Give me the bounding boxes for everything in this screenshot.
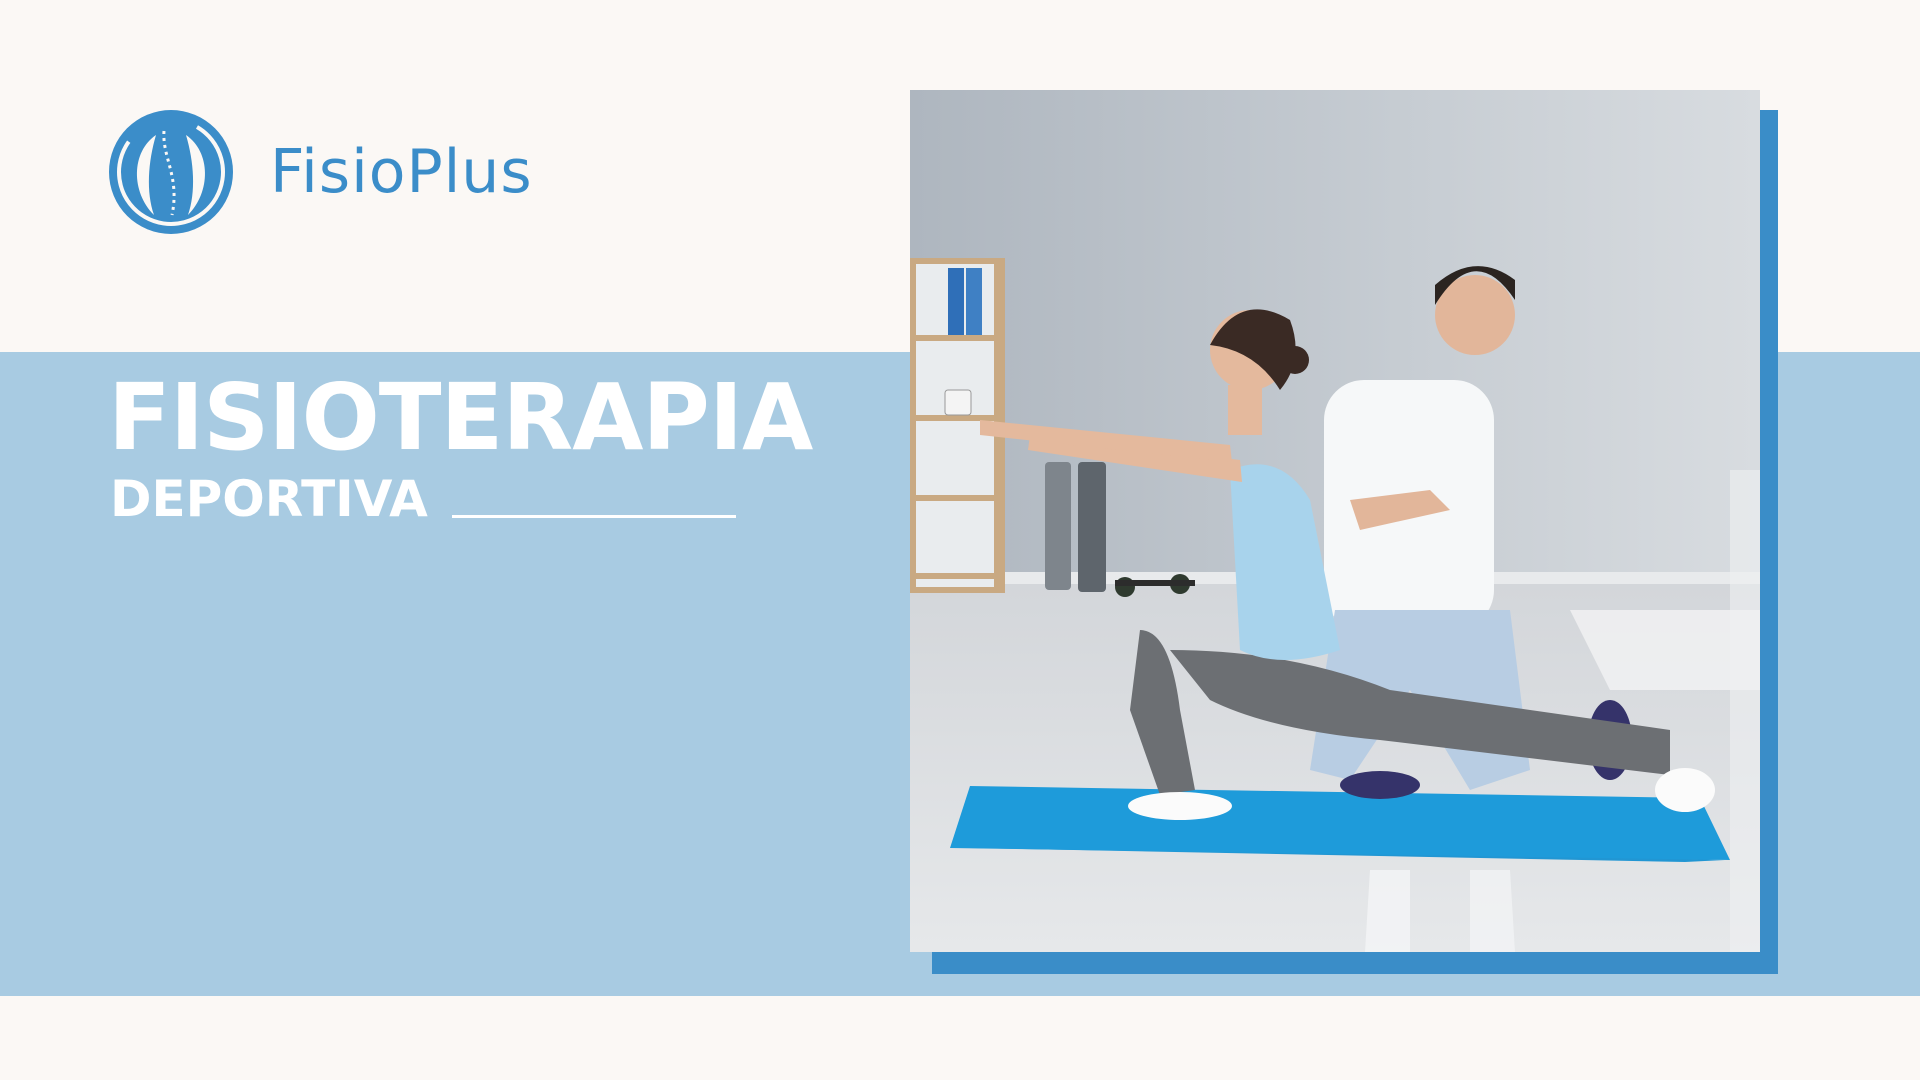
page-title: FISIOTERAPIA — [108, 364, 813, 471]
physiotherapy-photo — [910, 90, 1760, 952]
page-subtitle: DEPORTIVA — [110, 470, 428, 528]
subtitle-row: DEPORTIVA — [110, 474, 736, 524]
photo-illustration — [910, 90, 1760, 952]
subtitle-underline — [451, 515, 736, 518]
spine-leaf-icon — [109, 110, 233, 234]
yoga-mat — [950, 786, 1730, 860]
brand-name: FisioPlus — [270, 137, 533, 207]
brand-logo[interactable]: FisioPlus — [106, 106, 533, 238]
